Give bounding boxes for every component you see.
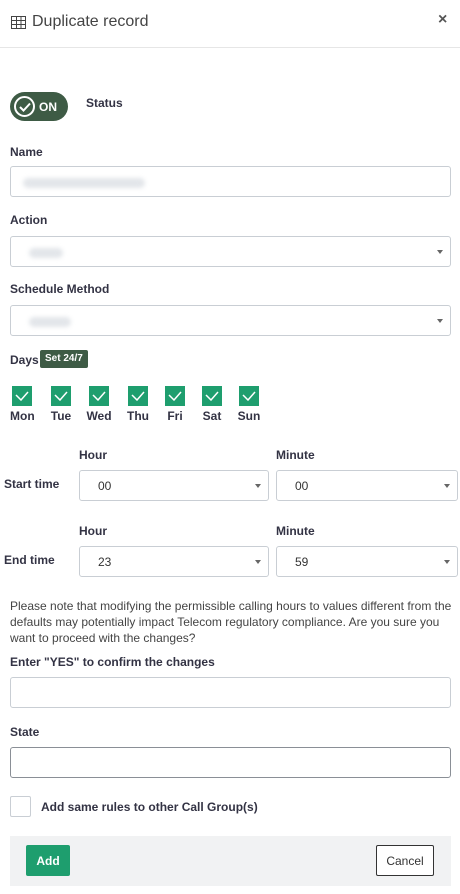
chevron-down-icon — [437, 249, 443, 254]
end-minute-select[interactable]: 59 — [276, 546, 458, 577]
cancel-button[interactable]: Cancel — [376, 845, 434, 876]
check-icon — [92, 391, 106, 401]
add-button[interactable]: Add — [26, 845, 70, 876]
check-icon — [15, 391, 29, 401]
add-same-rules-checkbox[interactable] — [10, 796, 31, 817]
end-hour-value: 23 — [98, 555, 112, 569]
start-minute-select[interactable]: 00 — [276, 470, 458, 501]
check-circle-icon — [14, 96, 35, 117]
day-checkbox-wed[interactable] — [89, 386, 109, 406]
name-redacted-value — [23, 178, 145, 188]
check-icon — [54, 391, 68, 401]
status-toggle[interactable]: ON — [10, 92, 68, 121]
confirm-label: Enter "YES" to confirm the changes — [10, 655, 215, 669]
day-checkbox-sat[interactable] — [202, 386, 222, 406]
day-checkbox-fri[interactable] — [165, 386, 185, 406]
start-hour-value: 00 — [98, 479, 112, 493]
close-icon[interactable]: × — [438, 11, 447, 29]
name-input[interactable] — [10, 166, 451, 197]
action-redacted-value — [29, 248, 63, 258]
day-label-mon: Mon — [10, 409, 35, 423]
check-icon — [242, 391, 256, 401]
end-minute-label: Minute — [276, 524, 315, 538]
end-hour-select[interactable]: 23 — [79, 546, 269, 577]
end-minute-value: 59 — [295, 555, 309, 569]
modal-title: Duplicate record — [32, 13, 149, 30]
action-label: Action — [10, 213, 48, 227]
start-minute-label: Minute — [276, 448, 315, 462]
day-label-fri: Fri — [167, 409, 183, 423]
schedule-method-select[interactable] — [10, 305, 451, 336]
schedule-method-label: Schedule Method — [10, 282, 110, 296]
end-time-label: End time — [4, 553, 55, 567]
day-label-thu: Thu — [127, 409, 149, 423]
day-checkbox-thu[interactable] — [128, 386, 148, 406]
check-icon — [205, 391, 219, 401]
start-hour-select[interactable]: 00 — [79, 470, 269, 501]
days-label: Days — [10, 353, 39, 367]
table-icon — [11, 16, 26, 29]
chevron-down-icon — [444, 559, 450, 564]
confirm-input[interactable] — [10, 677, 451, 708]
chevron-down-icon — [255, 483, 261, 488]
check-icon — [168, 391, 182, 401]
action-select[interactable] — [10, 236, 451, 267]
day-checkbox-mon[interactable] — [12, 386, 32, 406]
set-24-7-button[interactable]: Set 24/7 — [40, 350, 88, 368]
day-label-sat: Sat — [202, 409, 222, 423]
chevron-down-icon — [437, 318, 443, 323]
schedule-method-redacted-value — [29, 317, 71, 327]
state-label: State — [10, 725, 40, 739]
start-time-label: Start time — [4, 477, 60, 491]
state-input[interactable] — [10, 747, 451, 778]
modal-footer: Add Cancel — [10, 836, 451, 886]
modal-header: Duplicate record × — [0, 0, 460, 48]
add-same-rules-label: Add same rules to other Call Group(s) — [41, 800, 258, 814]
compliance-note: Please note that modifying the permissib… — [10, 599, 452, 645]
toggle-state-label: ON — [39, 99, 57, 114]
start-hour-label: Hour — [79, 448, 107, 462]
start-minute-value: 00 — [295, 479, 309, 493]
chevron-down-icon — [255, 559, 261, 564]
day-label-sun: Sun — [237, 409, 261, 423]
status-label: Status — [86, 96, 123, 110]
name-label: Name — [10, 145, 43, 159]
day-label-tue: Tue — [50, 409, 72, 423]
day-checkbox-sun[interactable] — [239, 386, 259, 406]
check-icon — [131, 391, 145, 401]
end-hour-label: Hour — [79, 524, 107, 538]
day-label-wed: Wed — [86, 409, 112, 423]
chevron-down-icon — [444, 483, 450, 488]
day-checkbox-tue[interactable] — [51, 386, 71, 406]
